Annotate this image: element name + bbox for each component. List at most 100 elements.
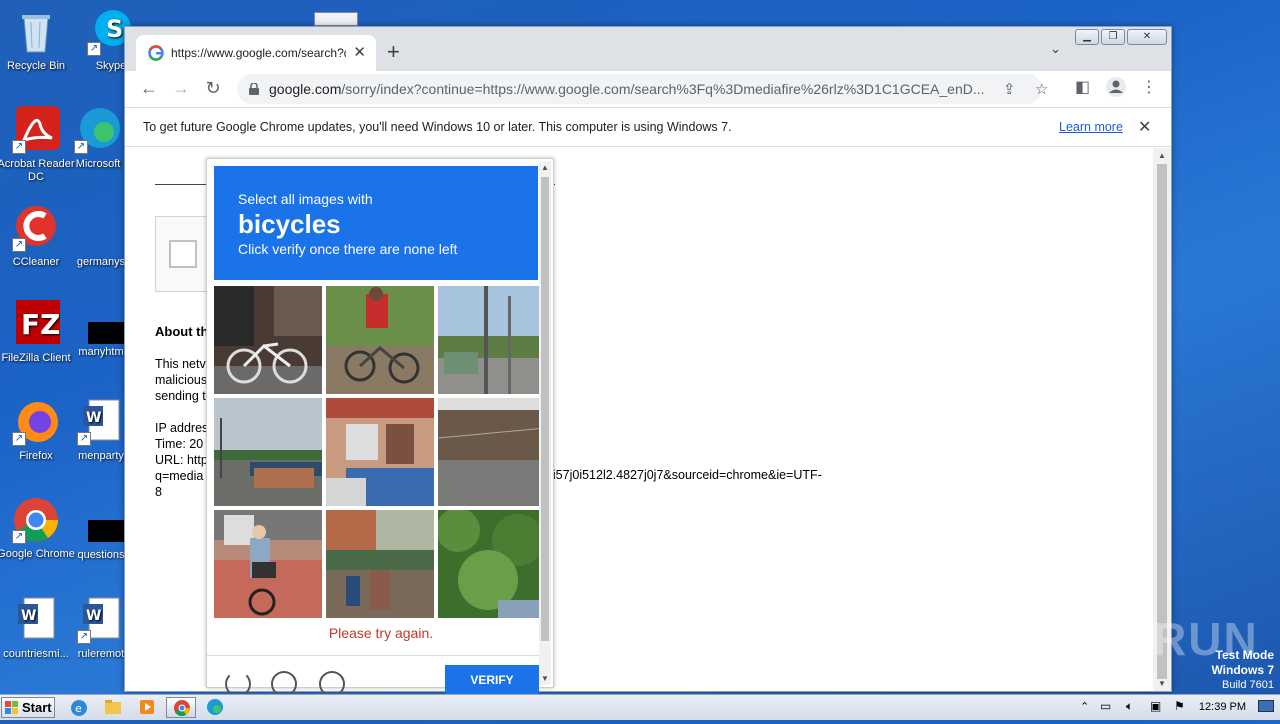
redacted-icon [88,520,126,542]
about-heading: About th [155,324,209,339]
image-tile[interactable] [438,510,546,618]
show-desktop-icon[interactable] [1258,700,1274,712]
window-controls: ▁ ❐ ✕ [1075,29,1167,45]
verify-button[interactable]: VERIFY [445,665,539,695]
share-icon[interactable]: ⇪ [1003,80,1016,98]
taskbar-clock[interactable]: 12:39 PM [1199,701,1246,713]
display-icon[interactable]: ▣ [1150,699,1161,713]
desktop-icon-recycle-bin[interactable]: Recycle Bin [0,8,75,73]
filezilla-icon: FZ [12,300,60,348]
tab-search-icon[interactable]: ⌄ [1050,41,1061,57]
recaptcha-challenge: Select all images with bicycles Click ve… [206,158,554,697]
challenge-instruction: Select all images with [238,191,373,207]
windows-version-line: Windows 7 [1211,663,1274,677]
bookmark-star-icon[interactable]: ☆ [1035,80,1048,98]
svg-text:W: W [86,608,101,624]
forward-icon[interactable]: → [169,77,193,101]
page-scrollbar[interactable]: ▲ ▼ [1153,148,1171,691]
shortcut-arrow-icon: ↗ [12,432,26,446]
word-document-icon: W ↗ [77,398,125,446]
show-hidden-icons-icon[interactable]: ⌃ [1080,700,1089,713]
scroll-thumb[interactable] [541,177,549,641]
address-bar[interactable]: google.com/sorry/index?continue=https://… [237,74,1048,104]
test-mode-label: Test Mode Windows 7 Build 7601 [1211,648,1274,692]
url-host: google.com [269,81,342,97]
close-window-icon[interactable]: ✕ [1127,29,1167,45]
back-icon[interactable]: ← [137,77,161,101]
scroll-down-icon[interactable]: ▼ [541,674,549,683]
new-tab-icon[interactable]: + [387,39,400,65]
edge-icon: ↗ [74,106,122,154]
image-tile[interactable] [438,286,546,394]
internet-explorer-taskbar-icon[interactable]: e [64,697,94,718]
network-icon[interactable]: ▭ [1100,699,1111,713]
taskbar: Start e ⌃ ▭ 🔈︎ ▣ ⚑ 12:39 PM [0,694,1280,720]
svg-text:FZ: FZ [21,308,60,341]
image-tile[interactable] [326,286,434,394]
tab-close-icon[interactable]: ✕ [353,43,366,61]
scroll-up-icon[interactable]: ▲ [1158,151,1166,160]
volume-icon[interactable]: 🔈︎ [1126,699,1133,714]
browser-toolbar: ← → ↻ google.com/sorry/index?continue=ht… [125,71,1171,107]
start-button[interactable]: Start [1,697,55,718]
media-player-taskbar-icon[interactable] [132,697,162,718]
infobar-close-icon[interactable]: ✕ [1138,117,1151,137]
reload-icon[interactable]: ↻ [201,77,225,101]
learn-more-link[interactable]: Learn more [1059,120,1123,134]
tab-strip: https://www.google.com/search?q= ✕ + ⌄ ▁… [125,27,1171,71]
svg-text:W: W [21,608,36,624]
google-favicon-icon [148,45,164,61]
update-infobar: To get future Google Chrome updates, you… [125,107,1171,147]
browser-tab[interactable]: https://www.google.com/search?q= ✕ [136,35,376,71]
maximize-icon[interactable]: ❐ [1101,29,1125,45]
word-document-icon: W [12,596,60,644]
test-mode-line: Test Mode [1215,648,1274,662]
acrobat-reader-icon: ↗ [12,106,60,154]
image-tile[interactable] [326,398,434,506]
image-tile[interactable] [214,398,322,506]
shortcut-arrow-icon: ↗ [12,530,26,544]
error-message: Please try again. [328,625,434,641]
chrome-icon: ↗ [12,496,60,544]
menu-kebab-icon[interactable]: ⋮ [1141,77,1157,97]
recaptcha-checkbox[interactable] [169,240,197,268]
shortcut-arrow-icon: ↗ [87,42,101,56]
svg-text:e: e [75,702,82,715]
challenge-hint: Click verify once there are none left [238,241,458,257]
image-tile[interactable] [438,398,546,506]
infobar-message: To get future Google Chrome updates, you… [143,120,732,134]
word-document-icon: W ↗ [77,596,125,644]
minimize-icon[interactable]: ▁ [1075,29,1099,45]
desktop-icon-partial[interactable] [314,12,358,26]
image-tile[interactable] [326,510,434,618]
image-tile[interactable] [214,510,322,618]
chrome-taskbar-icon[interactable] [166,697,196,718]
shortcut-arrow-icon: ↗ [77,432,91,446]
side-panel-icon[interactable]: ◧ [1075,77,1090,97]
file-icon [77,204,125,252]
system-tray: ⌃ ▭ 🔈︎ ▣ ⚑ 12:39 PM [1074,695,1280,721]
lock-icon [249,82,259,95]
scroll-down-icon[interactable]: ▼ [1158,679,1166,688]
scroll-up-icon[interactable]: ▲ [541,163,549,172]
action-center-flag-icon[interactable]: ⚑ [1174,699,1185,713]
file-explorer-taskbar-icon[interactable] [98,697,128,718]
challenge-scrollbar[interactable]: ▲ ▼ [539,161,551,685]
challenge-header: Select all images with bicycles Click ve… [214,166,538,280]
svg-text:W: W [86,410,101,426]
scroll-thumb[interactable] [1157,164,1167,679]
challenge-keyword: bicycles [238,209,341,239]
windows-flag-icon [5,701,19,715]
tab-title: https://www.google.com/search?q= [171,46,346,60]
shortcut-arrow-icon: ↗ [74,140,88,154]
build-line: Build 7601 [1222,679,1274,691]
edge-taskbar-icon[interactable] [200,697,230,718]
shortcut-arrow-icon: ↗ [77,630,91,644]
ccleaner-icon: ↗ [12,204,60,252]
redacted-icon [88,322,126,344]
divider [207,655,539,656]
url-path: /sorry/index?continue=https://www.google… [341,81,985,97]
svg-text:S: S [106,15,123,43]
profile-avatar-icon[interactable] [1105,76,1127,103]
image-tile[interactable] [214,286,322,394]
